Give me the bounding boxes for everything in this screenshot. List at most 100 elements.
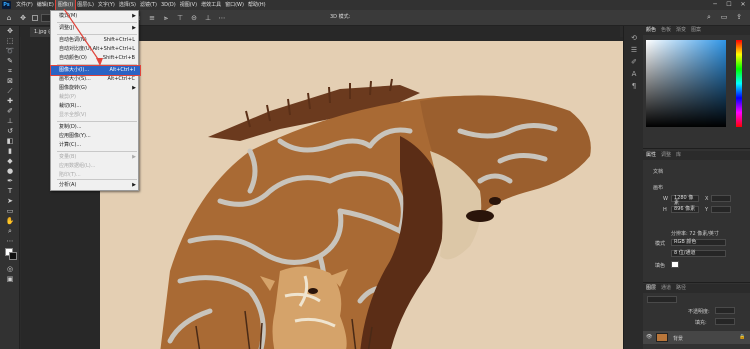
lasso-tool-icon[interactable]: ➰ — [0, 46, 20, 56]
tab-properties[interactable]: 属性 — [646, 151, 656, 160]
search-icon[interactable]: ⌕ — [704, 12, 714, 22]
background-color-swatch[interactable] — [9, 252, 17, 260]
zoom-tool-icon[interactable]: ⌕ — [0, 226, 20, 236]
bit-depth-select[interactable]: 8 位/通道 — [671, 250, 726, 257]
maximize-button[interactable]: ☐ — [722, 0, 736, 10]
crop-tool-icon[interactable]: ⌗ — [0, 66, 20, 76]
quick-select-tool-icon[interactable]: ✎ — [0, 56, 20, 66]
gradient-tool-icon[interactable]: ▮ — [0, 146, 20, 156]
menu-item-canvas-size[interactable]: 画布大小(S)... Alt+Ctrl+C — [51, 75, 140, 84]
menu-item-trim[interactable]: 裁切(R)... — [51, 102, 140, 111]
tab-libraries[interactable]: 库 — [676, 151, 681, 160]
tab-adjustments[interactable]: 调整 — [661, 151, 671, 160]
opacity-field[interactable] — [715, 307, 735, 314]
paragraph-panel-icon[interactable]: ¶ — [624, 80, 644, 92]
menu-select[interactable]: 选择(S) — [117, 0, 138, 10]
menu-item-adjustments[interactable]: 调整(J) ▶ — [51, 24, 140, 33]
width-field[interactable]: 1280 像素 — [671, 195, 699, 206]
menu-plugins[interactable]: 增效工具 — [199, 0, 223, 10]
menu-separator — [57, 64, 137, 65]
align-center-icon[interactable]: ≡ — [147, 13, 157, 23]
marquee-tool-icon[interactable]: ⬚ — [0, 36, 20, 46]
menu-item-apply-data-set[interactable]: 应用数据组(L)... — [51, 162, 140, 171]
menu-item-calculations[interactable]: 计算(C)... — [51, 141, 140, 150]
dodge-tool-icon[interactable]: ● — [0, 166, 20, 176]
fill-swatch[interactable] — [671, 261, 679, 268]
document-canvas[interactable] — [100, 41, 623, 349]
y-field[interactable] — [711, 206, 731, 213]
menu-image[interactable]: 图像(I) — [54, 0, 77, 11]
layer-filter-select[interactable] — [647, 296, 677, 303]
minimize-button[interactable]: ─ — [708, 0, 722, 10]
home-icon[interactable]: ⌂ — [4, 13, 14, 23]
menu-view[interactable]: 视图(V) — [178, 0, 199, 10]
history-panel-icon[interactable]: ⟲ — [624, 32, 644, 44]
menu-3d[interactable]: 3D(D) — [159, 0, 178, 10]
align-right-icon[interactable]: ⫸ — [161, 13, 171, 23]
brush-panel-icon[interactable]: ✐ — [624, 56, 644, 68]
edit-toolbar-icon[interactable]: ⋯ — [0, 236, 20, 246]
tab-layers[interactable]: 图层 — [646, 284, 656, 293]
share-icon[interactable]: ⇪ — [734, 12, 744, 22]
tab-swatches[interactable]: 色板 — [661, 26, 671, 35]
tab-patterns[interactable]: 图案 — [691, 26, 701, 35]
close-button[interactable]: ✕ — [736, 0, 750, 10]
layer-row-background[interactable]: 👁 背景 🔒 — [643, 331, 750, 344]
auto-select-checkbox[interactable] — [32, 14, 38, 21]
tab-paths[interactable]: 路径 — [676, 284, 686, 293]
menu-item-image-size[interactable]: 图像大小(I)... Alt+Ctrl+I — [50, 65, 141, 76]
history-brush-tool-icon[interactable]: ↺ — [0, 126, 20, 136]
menu-file[interactable]: 文件(F) — [14, 0, 35, 10]
move-tool-icon[interactable]: ✥ — [0, 26, 20, 36]
menu-item-auto-tone[interactable]: 自动色调(N) Shift+Ctrl+L — [51, 36, 140, 45]
fill-opacity-field[interactable] — [715, 318, 735, 325]
frame-tool-icon[interactable]: ⊠ — [0, 76, 20, 86]
eyedropper-tool-icon[interactable]: ⟋ — [0, 86, 20, 96]
align-bottom-icon[interactable]: ⊥ — [203, 13, 213, 23]
menu-item-analysis[interactable]: 分析(A) ▶ — [51, 181, 140, 190]
menu-edit[interactable]: 编辑(E) — [35, 0, 56, 10]
blur-tool-icon[interactable]: ◆ — [0, 156, 20, 166]
pen-tool-icon[interactable]: ✒ — [0, 176, 20, 186]
hand-tool-icon[interactable]: ✋ — [0, 216, 20, 226]
menu-item-variables[interactable]: 变量(B) ▶ — [51, 153, 140, 162]
healing-brush-tool-icon[interactable]: ✚ — [0, 96, 20, 106]
move-tool-icon[interactable]: ✥ — [18, 13, 28, 23]
menu-filter[interactable]: 滤镜(T) — [138, 0, 159, 10]
type-tool-icon[interactable]: T — [0, 186, 20, 196]
menu-item-duplicate[interactable]: 复制(D)... — [51, 123, 140, 132]
menu-item-auto-color[interactable]: 自动颜色(O) Shift+Ctrl+B — [51, 54, 140, 63]
character-panel-icon[interactable]: A — [624, 68, 644, 80]
menu-item-mode[interactable]: 模式(M) ▶ — [51, 12, 140, 21]
align-top-icon[interactable]: ⊤ — [175, 13, 185, 23]
color-picker-field[interactable] — [646, 40, 726, 127]
menu-type[interactable]: 文字(Y) — [96, 0, 117, 10]
mode-select[interactable]: RGB 颜色 — [671, 239, 726, 246]
x-field[interactable] — [711, 195, 731, 202]
tab-color[interactable]: 颜色 — [646, 26, 656, 35]
adjust-panel-icon[interactable]: ☰ — [624, 44, 644, 56]
menu-window[interactable]: 窗口(W) — [223, 0, 246, 10]
menu-item-reveal-all[interactable]: 显示全部(V) — [51, 111, 140, 120]
path-select-tool-icon[interactable]: ➤ — [0, 196, 20, 206]
menu-layer[interactable]: 图层(L) — [75, 0, 96, 10]
height-field[interactable]: 896 像素 — [671, 206, 699, 213]
menu-item-image-rotation[interactable]: 图像旋转(G) ▶ — [51, 84, 140, 93]
quick-mask-icon[interactable]: ◎ — [0, 264, 20, 274]
brush-tool-icon[interactable]: ✐ — [0, 106, 20, 116]
menu-help[interactable]: 帮助(H) — [246, 0, 268, 10]
shape-tool-icon[interactable]: ▭ — [0, 206, 20, 216]
visibility-eye-icon[interactable]: 👁 — [646, 334, 652, 340]
menu-item-auto-contrast[interactable]: 自动对比度(U) Alt+Shift+Ctrl+L — [51, 45, 140, 54]
align-middle-icon[interactable]: ⊝ — [189, 13, 199, 23]
screen-mode-icon[interactable]: ▣ — [0, 274, 20, 284]
menu-item-crop[interactable]: 裁剪(P) — [51, 93, 140, 102]
hue-slider[interactable] — [736, 40, 742, 127]
menu-item-apply-image[interactable]: 应用图像(Y)... — [51, 132, 140, 141]
eraser-tool-icon[interactable]: ◧ — [0, 136, 20, 146]
workspace-icon[interactable]: ▭ — [719, 12, 729, 22]
tab-channels[interactable]: 通道 — [661, 284, 671, 293]
tab-gradients[interactable]: 渐变 — [676, 26, 686, 35]
clone-stamp-tool-icon[interactable]: ⊥ — [0, 116, 20, 126]
more-options-icon[interactable]: ⋯ — [217, 13, 227, 23]
